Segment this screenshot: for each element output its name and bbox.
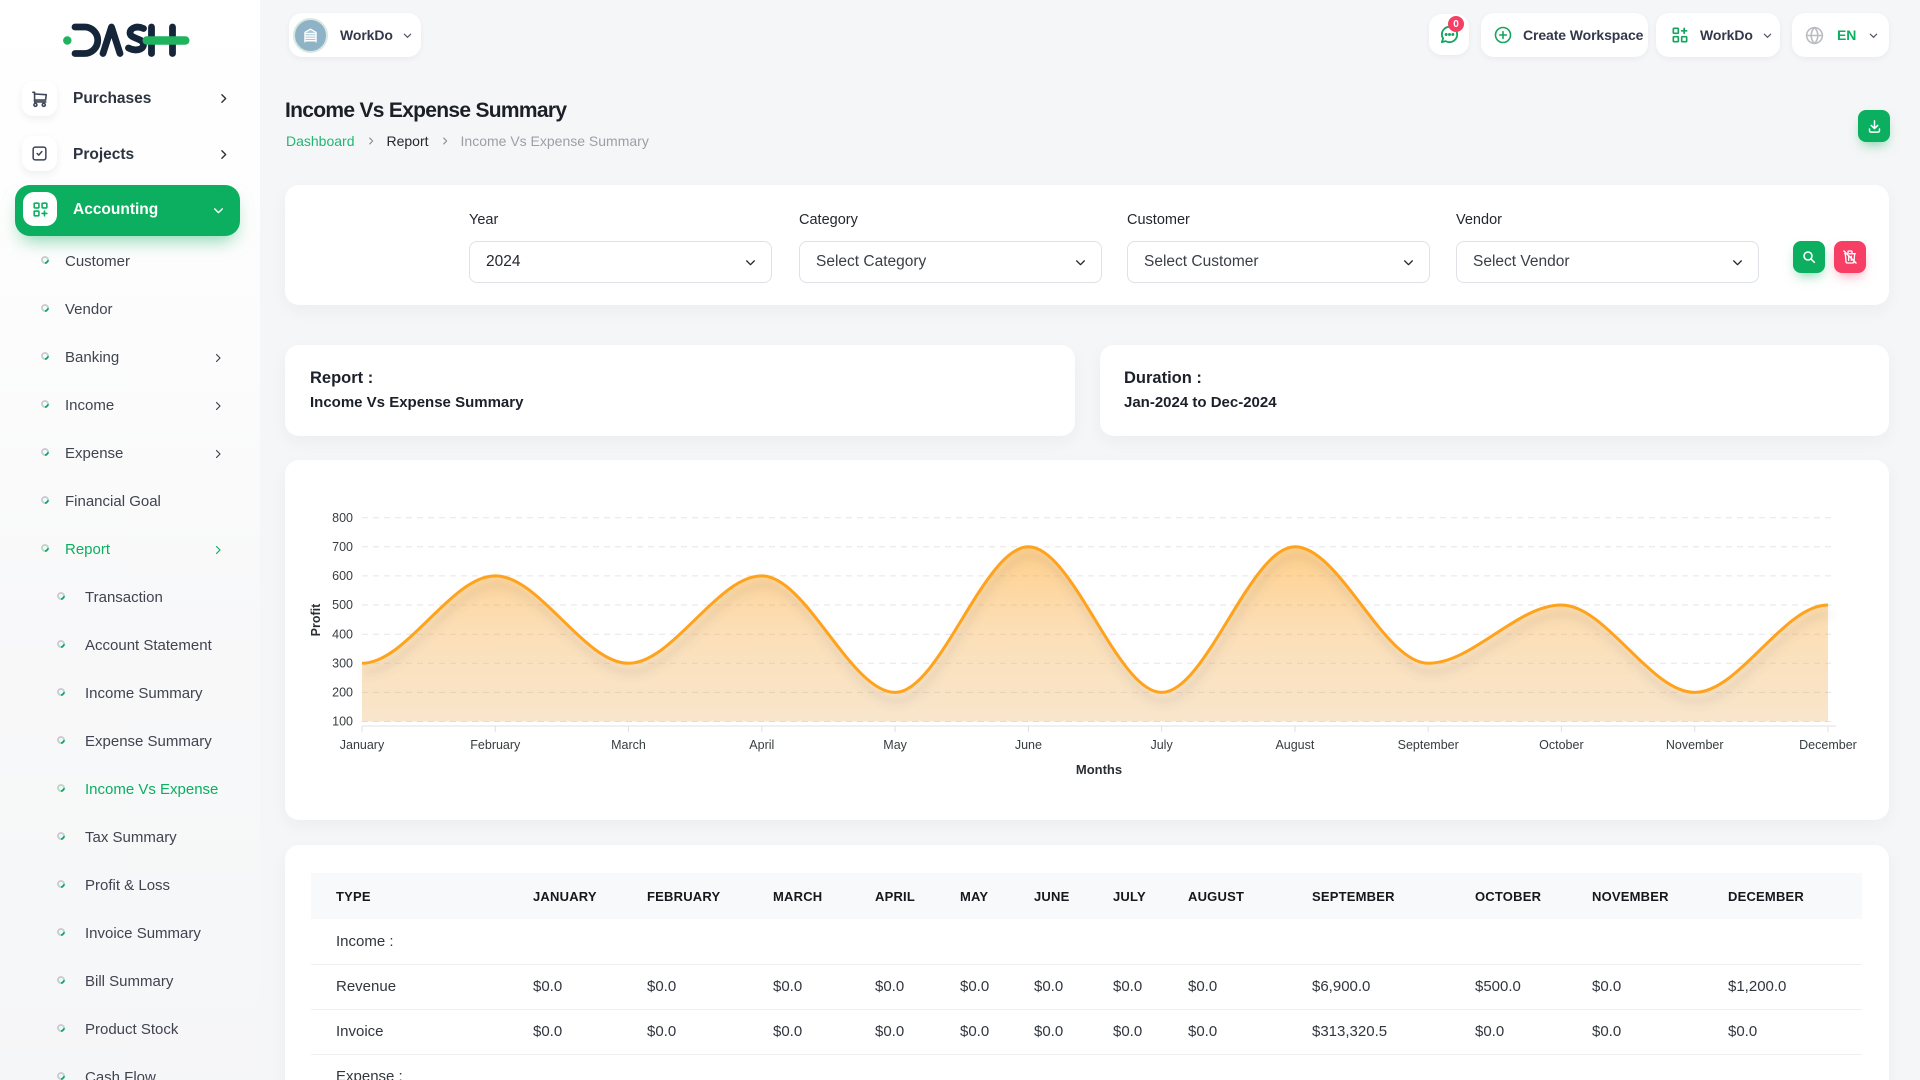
svg-text:100: 100 [332, 715, 353, 729]
svg-text:January: January [340, 738, 385, 752]
svg-text:800: 800 [332, 511, 353, 525]
svg-text:October: October [1539, 738, 1583, 752]
svg-text:March: March [611, 738, 646, 752]
svg-text:April: April [749, 738, 774, 752]
svg-text:December: December [1799, 738, 1857, 752]
svg-text:400: 400 [332, 627, 353, 641]
svg-text:September: September [1398, 738, 1459, 752]
svg-text:June: June [1015, 738, 1042, 752]
svg-text:November: November [1666, 738, 1724, 752]
svg-text:500: 500 [332, 598, 353, 612]
svg-text:May: May [883, 738, 907, 752]
svg-text:July: July [1150, 738, 1173, 752]
svg-text:Months: Months [1076, 762, 1122, 777]
svg-text:200: 200 [332, 686, 353, 700]
svg-text:Profit: Profit [309, 603, 323, 636]
svg-text:August: August [1275, 738, 1314, 752]
svg-text:700: 700 [332, 540, 353, 554]
svg-text:February: February [470, 738, 521, 752]
svg-text:600: 600 [332, 569, 353, 583]
svg-text:300: 300 [332, 657, 353, 671]
